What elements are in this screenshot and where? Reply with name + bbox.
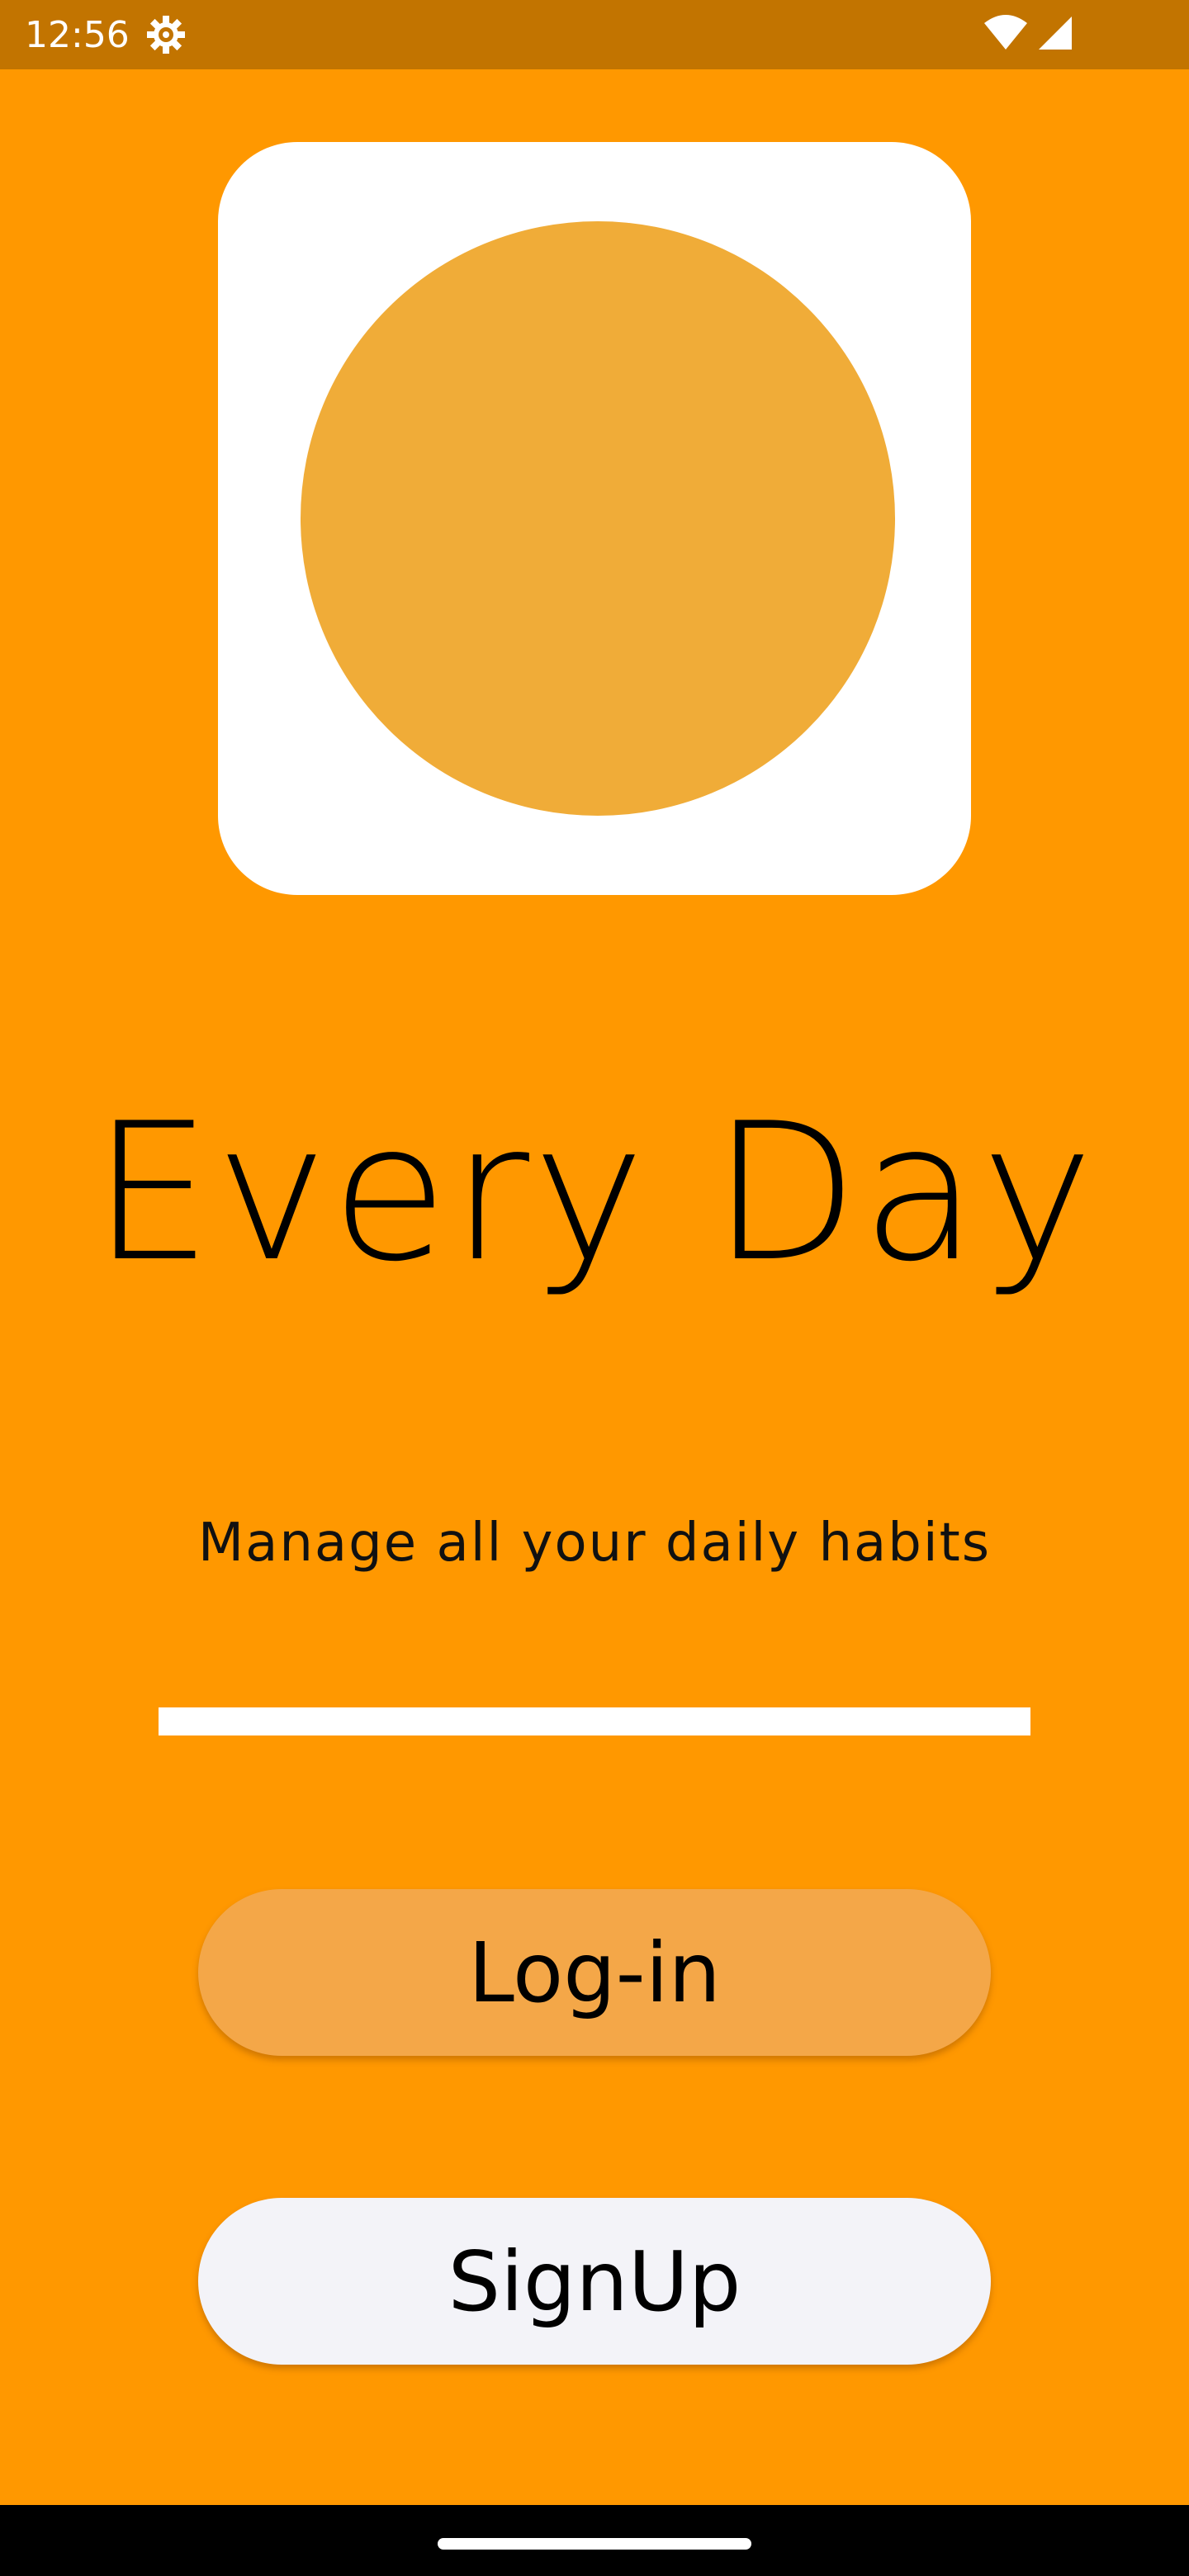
status-bar: 12:56 xyxy=(0,0,1189,69)
app-logo xyxy=(218,142,971,895)
signup-button[interactable]: SignUp xyxy=(198,2198,991,2365)
login-button[interactable]: Log-in xyxy=(198,1889,991,2056)
settings-icon xyxy=(144,13,187,56)
wifi-icon xyxy=(983,15,1029,54)
tagline: Manage all your daily habits xyxy=(197,1513,992,1574)
app-logo-circle xyxy=(301,221,895,816)
status-icons xyxy=(983,12,1073,58)
divider-bar xyxy=(159,1707,1030,1735)
status-time: 12:56 xyxy=(25,13,130,56)
navigation-bar xyxy=(0,2505,1189,2576)
home-handle[interactable] xyxy=(438,2538,751,2550)
page-title: Every Day xyxy=(92,1083,1097,1304)
app-screen: 12:56 Every Day Manage all your daily ha… xyxy=(0,0,1189,2576)
signal-icon xyxy=(1037,15,1073,54)
main-content: Every Day Manage all your daily habits L… xyxy=(0,69,1189,2505)
